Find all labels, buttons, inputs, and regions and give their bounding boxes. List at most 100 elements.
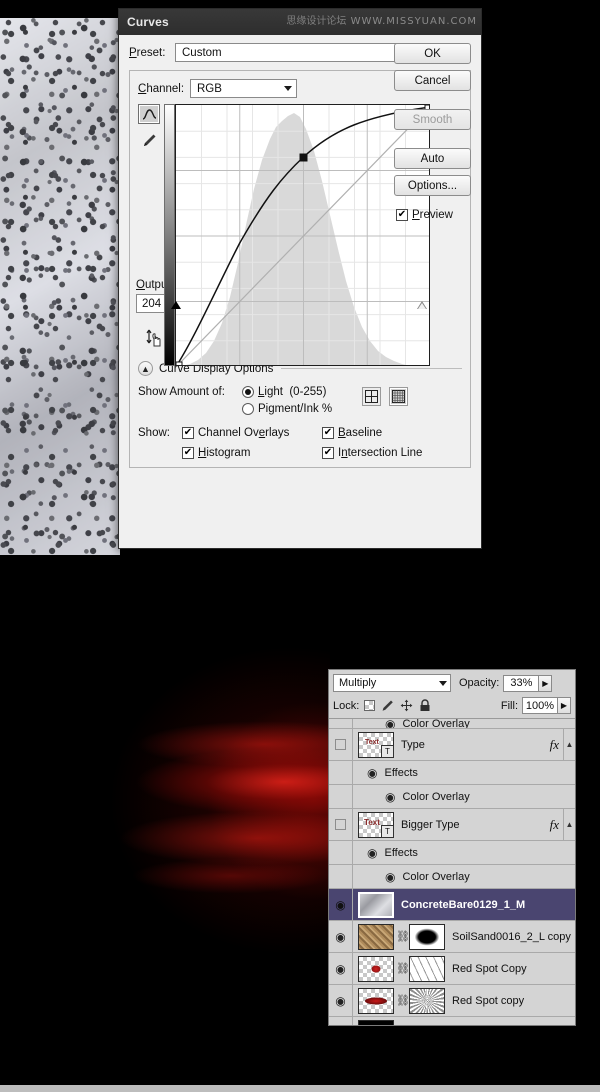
table-row[interactable]: Text T Bigger Type fx ▲ <box>329 809 575 841</box>
clipped-effect-label: Color Overlay <box>402 719 470 729</box>
eye-icon[interactable]: ◉ <box>367 846 377 860</box>
show-checkbox-grid: ✔ Channel Overlays ✔ Baseline ✔ Histogra… <box>182 427 462 459</box>
layer-mask-thumbnail[interactable] <box>409 987 445 1014</box>
preset-label: Preset: <box>129 46 166 59</box>
opacity-stepper[interactable]: ▶ <box>539 674 553 692</box>
table-row[interactable]: ◉ Background <box>329 1017 575 1027</box>
visibility-toggle-off[interactable] <box>335 819 346 830</box>
expand-arrow-icon[interactable]: ▲ <box>563 809 575 840</box>
eye-icon[interactable]: ◉ <box>335 930 345 944</box>
eye-icon[interactable]: ◉ <box>335 962 345 976</box>
link-mask-icon[interactable]: ⛓ <box>396 994 410 1007</box>
output-gradient-bar <box>164 104 175 366</box>
layer-thumbnail[interactable] <box>358 923 394 950</box>
eye-icon[interactable]: ◉ <box>385 870 395 884</box>
checkbox-box: ✔ <box>322 447 334 459</box>
table-row[interactable]: ◉ ⛓ Red Spot Copy <box>329 953 575 985</box>
light-radio-button <box>242 386 254 398</box>
table-row[interactable]: Text T Type fx ▲ <box>329 729 575 761</box>
preview-checkbox[interactable]: ✔ Preview <box>396 209 471 221</box>
layer-thumbnail[interactable] <box>358 955 394 982</box>
lock-transparent-pixels-icon[interactable] <box>364 700 376 711</box>
cancel-button[interactable]: Cancel <box>394 70 471 91</box>
chevron-down-icon <box>439 680 447 686</box>
opacity-input[interactable]: 33% <box>503 674 540 692</box>
screenshot-root: Curves 思缘设计论坛 WWW.MISSYUAN.COM Preset: C… <box>0 0 600 1092</box>
effects-label: Effects <box>384 766 418 779</box>
channel-label: Channel: <box>138 82 185 95</box>
list-item[interactable]: ◉ Color Overlay <box>329 865 575 889</box>
table-row-selected[interactable]: ◉ ConcreteBare0129_1_M <box>329 889 575 921</box>
light-radio[interactable]: Light (0-255) <box>242 386 332 398</box>
layer-thumbnail[interactable]: Text T <box>358 811 394 838</box>
eye-icon[interactable]: ◉ <box>367 766 377 780</box>
grid-tenths-icon[interactable] <box>389 387 409 406</box>
layer-thumbnail[interactable] <box>358 987 394 1014</box>
list-item[interactable]: ◉ Effects <box>329 841 575 865</box>
preview-label: Preview <box>412 209 453 221</box>
curves-dialog: Curves 思缘设计论坛 WWW.MISSYUAN.COM Preset: C… <box>118 8 482 549</box>
checkbox-box: ✔ <box>322 427 334 439</box>
pigment-radio[interactable]: Pigment/Ink % <box>242 403 332 415</box>
curve-graph[interactable] <box>164 104 430 366</box>
table-row[interactable]: ◉ ⛓ Red Spot copy <box>329 985 575 1017</box>
eye-icon[interactable]: ◉ <box>335 898 345 912</box>
pigment-radio-label: Pigment/Ink % <box>258 403 333 415</box>
smooth-button[interactable]: Smooth <box>394 109 471 130</box>
list-item-clipped[interactable]: ◉ Color Overlay <box>329 719 575 729</box>
lock-label: Lock: <box>333 699 360 712</box>
channel-overlays-checkbox[interactable]: ✔ Channel Overlays <box>182 427 322 439</box>
eye-icon[interactable]: ◉ <box>385 790 395 804</box>
layer-mask-thumbnail[interactable] <box>409 955 445 982</box>
channel-overlays-label: Channel Overlays <box>198 427 290 439</box>
fx-icon[interactable]: fx <box>550 737 563 753</box>
visibility-toggle-off[interactable] <box>335 739 346 750</box>
fill-value: 100% <box>525 699 555 712</box>
link-mask-icon[interactable]: ⛓ <box>396 930 410 943</box>
amount-radio-group: Light (0-255) Pigment/Ink % <box>242 386 332 415</box>
pencil-icon[interactable] <box>138 130 160 150</box>
layer-thumbnail[interactable] <box>358 1019 394 1025</box>
curve-grid[interactable] <box>175 104 430 366</box>
grid-quarters-icon[interactable] <box>362 387 382 406</box>
table-row[interactable]: ◉ ⛓ SoilSand0016_2_L copy <box>329 921 575 953</box>
histogram-checkbox[interactable]: ✔ Histogram <box>182 447 322 459</box>
white-clip-slider[interactable] <box>417 301 427 309</box>
auto-button[interactable]: Auto <box>394 148 471 169</box>
lock-position-icon[interactable] <box>400 699 413 712</box>
blend-mode-select[interactable]: Multiply <box>333 674 451 692</box>
list-item[interactable]: ◉ Color Overlay <box>329 785 575 809</box>
layer-thumbnail[interactable] <box>358 891 394 918</box>
layer-name: Bigger Type <box>401 818 460 831</box>
expand-arrow-icon[interactable]: ▲ <box>563 729 575 760</box>
link-mask-icon[interactable]: ⛓ <box>396 962 410 975</box>
clip-sliders <box>171 301 462 311</box>
lock-all-icon[interactable] <box>419 699 431 712</box>
collapse-chevron-icon[interactable]: ▲ <box>138 361 153 376</box>
layer-mask-thumbnail[interactable] <box>409 923 445 950</box>
dialog-titlebar[interactable]: Curves 思缘设计论坛 WWW.MISSYUAN.COM <box>119 9 481 35</box>
show-amount-label: Show Amount of: <box>138 386 225 398</box>
lock-image-pixels-icon[interactable] <box>381 699 394 712</box>
baseline-checkbox[interactable]: ✔ Baseline <box>322 427 462 439</box>
curve-draw-icon[interactable] <box>138 104 160 124</box>
fill-input[interactable]: 100% <box>522 697 558 714</box>
layer-name: ConcreteBare0129_1_M <box>401 898 526 911</box>
fx-icon[interactable]: fx <box>550 817 563 833</box>
ok-button[interactable]: OK <box>394 43 471 64</box>
channel-select[interactable]: RGB <box>190 79 297 98</box>
lock-icons-group <box>364 699 431 712</box>
eye-icon[interactable]: ◉ <box>385 719 395 728</box>
eye-icon[interactable]: ◉ <box>335 994 345 1008</box>
layer-thumbnail[interactable]: Text T <box>358 731 394 758</box>
black-clip-slider[interactable] <box>171 301 181 309</box>
eye-icon[interactable]: ◉ <box>335 1026 345 1027</box>
options-button[interactable]: Options... <box>394 175 471 196</box>
intersection-line-checkbox[interactable]: ✔ Intersection Line <box>322 447 462 459</box>
layer-name: Red Spot copy <box>452 994 525 1007</box>
pigment-radio-button <box>242 403 254 415</box>
fill-stepper[interactable]: ▶ <box>558 697 571 714</box>
histogram-label: Histogram <box>198 447 251 459</box>
list-item[interactable]: ◉ Effects <box>329 761 575 785</box>
layer-name: Red Spot Copy <box>452 962 527 975</box>
